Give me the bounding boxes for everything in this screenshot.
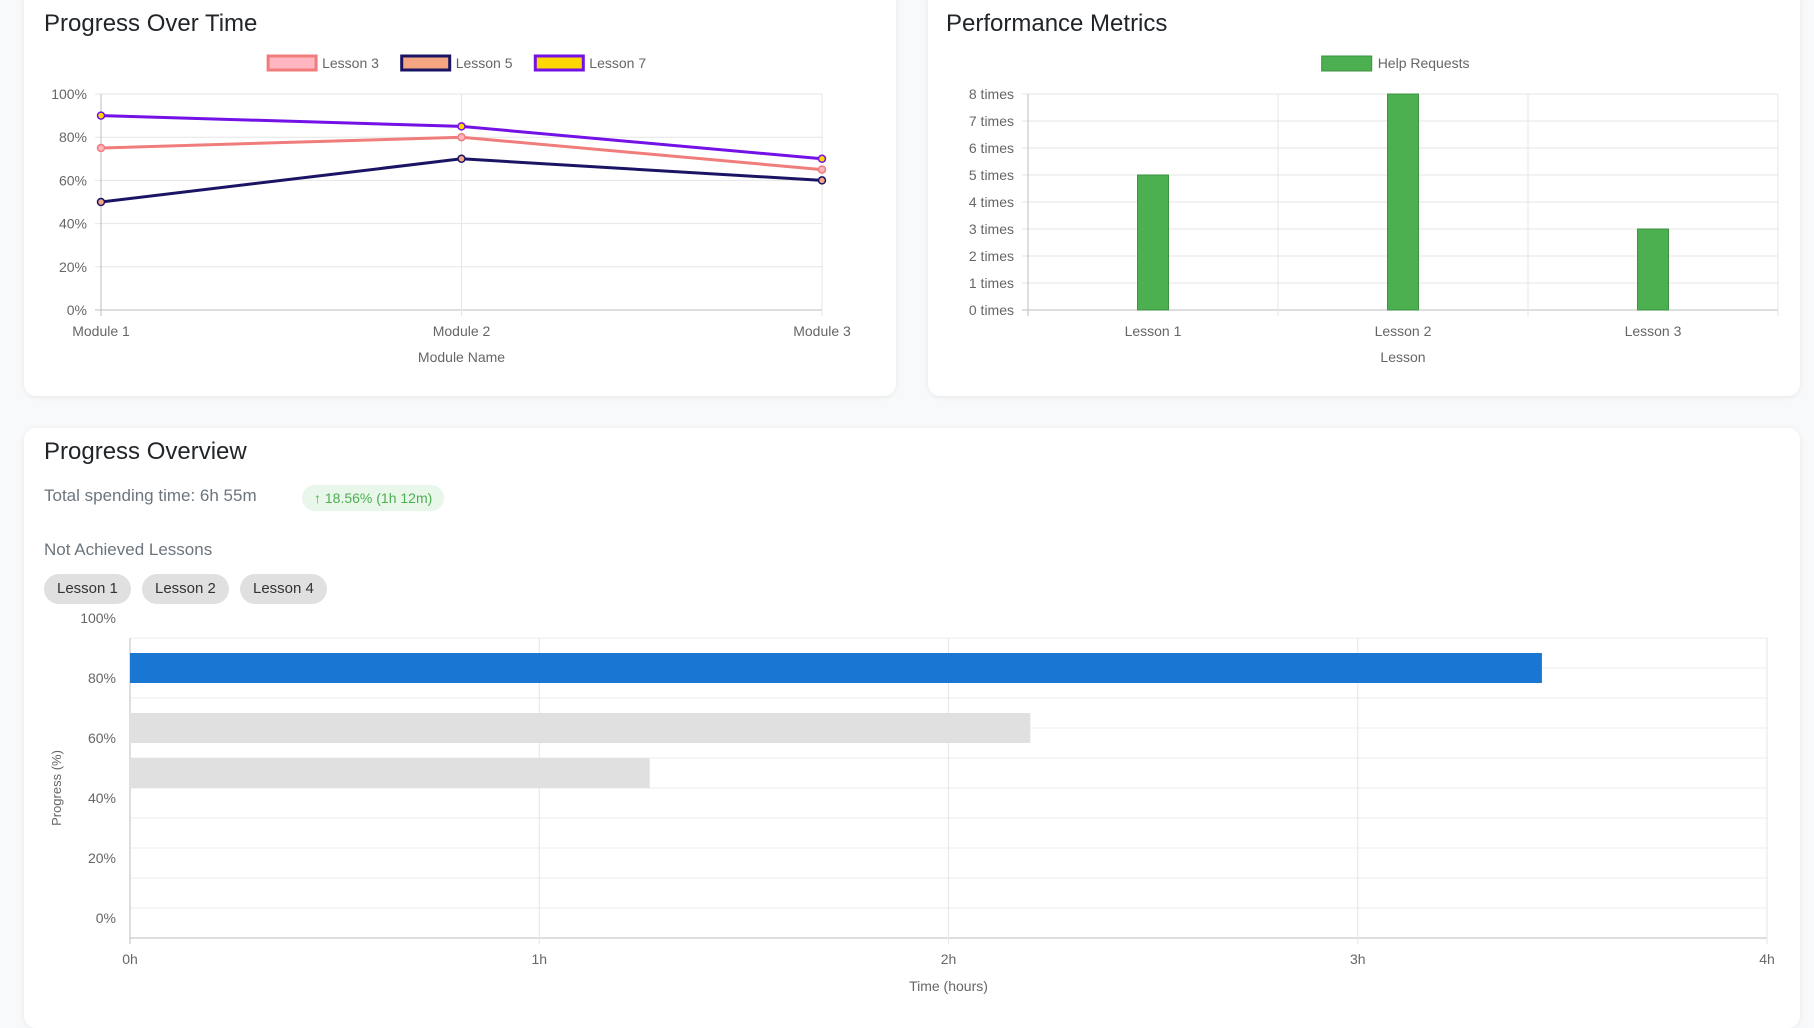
x-tick-label: Module 3 [793, 323, 851, 339]
legend-label: Help Requests [1378, 55, 1470, 71]
progress-bar [130, 653, 1542, 683]
x-axis-title: Module Name [418, 349, 505, 365]
legend-swatch [266, 54, 318, 72]
bar [1387, 93, 1419, 311]
y-tick-label: 20% [88, 850, 116, 866]
y-tick-label: 100% [80, 610, 116, 626]
y-tick-label: 100% [51, 86, 87, 102]
y-tick-label: 40% [59, 216, 87, 232]
data-point [457, 122, 466, 131]
x-tick-label: Lesson 1 [1125, 323, 1182, 339]
y-tick-label: 1 times [969, 275, 1014, 291]
data-point [817, 154, 827, 164]
x-tick-label: 3h [1350, 951, 1366, 967]
legend-swatch [1321, 55, 1373, 72]
y-tick-label: 20% [59, 259, 87, 275]
x-tick-label: Module 1 [72, 323, 130, 339]
y-tick-label: 80% [88, 670, 116, 686]
x-tick-label: 1h [531, 951, 547, 967]
y-tick-label: 8 times [969, 86, 1014, 102]
x-tick-label: Lesson 2 [1375, 323, 1432, 339]
data-point [96, 111, 106, 120]
y-tick-label: 40% [88, 790, 116, 806]
help-requests-bar-chart: 0 times 1 times 2 times 3 times 4 times 5 tim… [969, 55, 1779, 365]
legend-label: Lesson 3 [322, 55, 379, 71]
x-tick-label: Module 2 [433, 323, 491, 339]
data-point [96, 197, 106, 207]
x-axis-title: Lesson [1380, 349, 1425, 365]
legend-swatch [400, 54, 452, 72]
y-tick-label: 60% [59, 172, 87, 188]
data-point [817, 176, 827, 185]
y-tick-label: 3 times [969, 221, 1014, 237]
x-tick-label: 4h [1759, 951, 1775, 967]
y-tick-label: 0% [96, 910, 116, 926]
data-point [96, 143, 106, 153]
y-tick-label: 0 times [969, 302, 1014, 318]
progress-bar [130, 713, 1031, 743]
y-tick-label: 7 times [969, 113, 1014, 129]
y-axis-title: Progress (%) [49, 750, 64, 826]
data-point [817, 165, 827, 174]
x-tick-label: 0h [122, 951, 138, 967]
legend-swatch [533, 54, 585, 72]
data-point [457, 154, 466, 164]
y-tick-label: 6 times [969, 140, 1014, 156]
performance-metrics-card: Performance Metrics 0 times 1 times 2 time… [928, 0, 1800, 396]
progress-bar [130, 758, 650, 788]
bar [1137, 174, 1169, 311]
legend-label: Lesson 7 [589, 55, 646, 71]
y-tick-label: 0% [67, 302, 87, 318]
y-tick-label: 80% [59, 129, 87, 145]
y-tick-label: 2 times [969, 248, 1014, 264]
data-point [457, 132, 466, 142]
x-tick-label: Lesson 3 [1625, 323, 1682, 339]
y-tick-label: 5 times [969, 167, 1014, 183]
x-axis-title: Time (hours) [909, 978, 988, 994]
y-tick-label: 60% [88, 730, 116, 746]
legend-label: Lesson 5 [456, 55, 513, 71]
bar [1637, 228, 1669, 311]
x-tick-label: 2h [941, 951, 957, 967]
progress-line-chart: 0% 20% 40% 60% 80% 100% Module 1 Module 2 Module… [51, 54, 851, 365]
progress-time-bar-chart: 0% 20% 40% 60% 80% 100% 0h 1h 2h 3h 4h Time (hours)… [49, 610, 1775, 994]
y-tick-label: 4 times [969, 194, 1014, 210]
progress-over-time-card: Progress Over Time 0% 20% 40% 60% 80% 100% Mod… [24, 0, 896, 396]
progress-overview-card: Progress Overview Total spending time: 6… [24, 428, 1800, 1028]
